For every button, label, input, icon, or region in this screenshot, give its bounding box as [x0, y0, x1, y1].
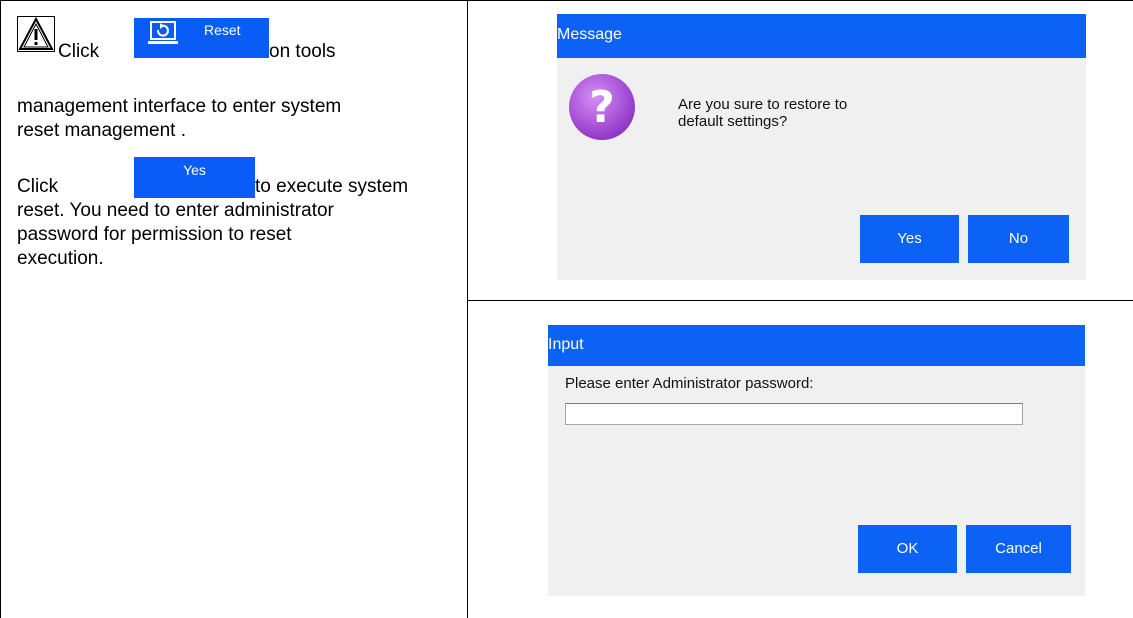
input-dialog: Input Please enter Administrator passwor…: [548, 325, 1085, 596]
warning-icon: [17, 16, 55, 52]
instruction-after-reset: on tools: [269, 41, 336, 62]
instruction-line-2: management interface to enter system: [17, 96, 342, 117]
table-border-top: [0, 0, 1133, 1]
svg-text:?: ?: [589, 82, 615, 133]
reset-button[interactable]: Reset: [134, 18, 269, 58]
input-ok-button[interactable]: OK: [858, 525, 957, 573]
instruction-line-7: execution.: [17, 248, 104, 269]
message-question: Are you sure to restore to default setti…: [678, 96, 847, 131]
password-field[interactable]: [565, 403, 1023, 425]
input-dialog-title: Input: [548, 336, 584, 353]
reset-computer-icon: [148, 21, 178, 47]
table-column-divider: [467, 0, 468, 618]
message-dialog-title: Message: [557, 26, 622, 43]
message-question-line2: default settings?: [678, 113, 788, 131]
password-prompt: Please enter Administrator password:: [565, 375, 814, 392]
yes-inline-button[interactable]: Yes: [134, 157, 255, 198]
instruction-after-yes: to execute system: [255, 176, 409, 197]
message-dialog-titlebar: Message: [557, 14, 1086, 58]
message-yes-button[interactable]: Yes: [860, 215, 959, 263]
question-icon: ?: [567, 72, 637, 142]
table-border-left: [0, 0, 1, 618]
instruction-line-6: password for permission to reset: [17, 224, 292, 245]
message-no-button[interactable]: No: [968, 215, 1069, 263]
message-dialog: Message ? Are you sure to restore to def…: [557, 14, 1086, 280]
input-cancel-button[interactable]: Cancel: [966, 525, 1071, 573]
reset-button-label: Reset: [204, 22, 241, 38]
instruction-click-1: Click: [58, 41, 100, 62]
yes-inline-label: Yes: [183, 162, 206, 178]
table-row-divider: [467, 300, 1133, 301]
instruction-line-3: reset management .: [17, 120, 186, 141]
input-dialog-titlebar: Input: [548, 325, 1085, 366]
message-question-line1: Are you sure to restore to: [678, 96, 848, 113]
instruction-click-2: Click: [17, 176, 59, 197]
instruction-line-5: reset. You need to enter administrator: [17, 200, 334, 221]
